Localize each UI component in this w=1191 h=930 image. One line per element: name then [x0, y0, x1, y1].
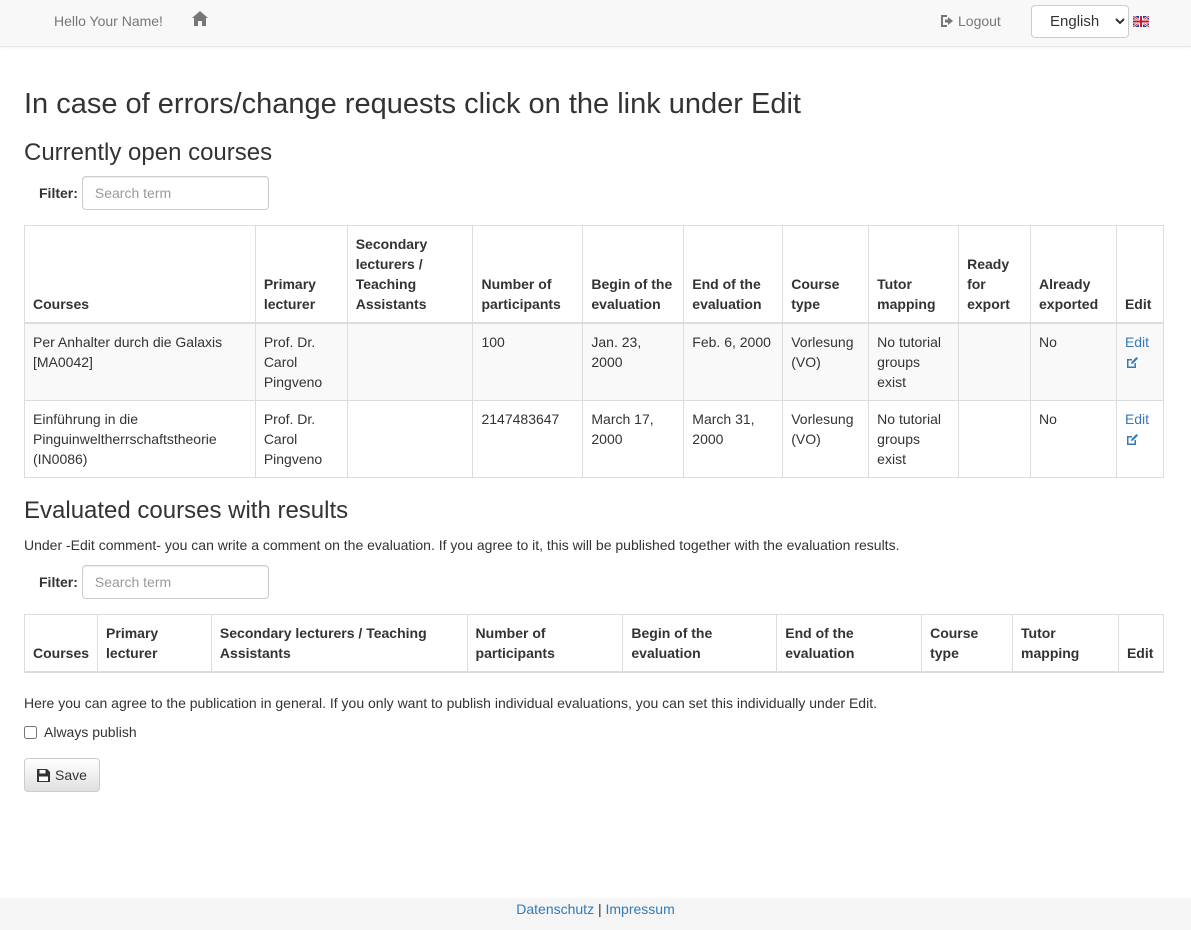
filter-label: Filter: [39, 185, 78, 201]
edit-link[interactable]: Edit [1125, 334, 1149, 350]
cell-type: Vorlesung (VO) [782, 400, 870, 478]
publication-text: Here you can agree to the publication in… [24, 695, 877, 711]
table-row: Einführung in die Pinguinweltherrschafts… [24, 400, 1165, 478]
cell-end: Feb. 6, 2000 [683, 322, 784, 401]
col-courses[interactable]: Courses [24, 225, 256, 324]
col-begin[interactable]: Begin of the evaluation [582, 225, 685, 324]
evaluated-description: Under -Edit comment- you can write a com… [24, 537, 900, 553]
table-row: Per Anhalter durch die Galaxis [MA0042] … [24, 322, 1165, 401]
save-label: Save [55, 767, 87, 783]
cell-edit: Edit [1115, 400, 1165, 478]
open-courses-search-input[interactable] [81, 176, 269, 210]
evaluated-courses-filter: Filter: [39, 565, 269, 599]
col-courses[interactable]: Courses [23, 614, 99, 673]
cell-ready [958, 322, 1031, 401]
cell-exported: No [1030, 322, 1117, 401]
cell-participants: 2147483647 [472, 400, 584, 478]
evaluated-courses-heading: Evaluated courses with results [24, 497, 349, 524]
col-participants[interactable]: Number of participants [466, 614, 624, 673]
edit-icon[interactable] [1125, 355, 1155, 375]
floppy-disk-icon [37, 768, 51, 782]
open-courses-table: Courses Primary lecturer Secondary lectu… [24, 225, 1165, 478]
col-course-type[interactable]: Course type [782, 225, 870, 324]
cell-tutor: No tutorial groups exist [868, 322, 960, 401]
cell-secondary [346, 322, 474, 401]
col-already-exported[interactable]: Already exported [1030, 225, 1117, 324]
always-publish-option[interactable]: Always publish [24, 724, 137, 740]
cell-course: Per Anhalter durch die Galaxis [MA0042] [24, 322, 256, 401]
table-header-row: Courses Primary lecturer Secondary lectu… [23, 614, 1165, 673]
edit-icon[interactable] [1125, 432, 1155, 452]
evaluated-courses-search-input[interactable] [81, 565, 269, 599]
logout-label: Logout [958, 13, 1001, 29]
col-end[interactable]: End of the evaluation [683, 225, 784, 324]
open-courses-heading: Currently open courses [24, 139, 273, 166]
col-edit: Edit [1115, 225, 1165, 324]
privacy-link[interactable]: Datenschutz [516, 901, 594, 917]
page-title: In case of errors/change requests click … [24, 88, 801, 120]
cell-primary: Prof. Dr. Carol Pingveno [254, 322, 348, 401]
cell-begin: March 17, 2000 [582, 400, 685, 478]
col-secondary-lecturers[interactable]: Secondary lecturers / Teaching Assistant… [346, 225, 474, 324]
save-button[interactable]: Save [24, 758, 100, 792]
footer: Datenschutz | Impressum [0, 898, 1191, 930]
col-primary-lecturer[interactable]: Primary lecturer [254, 225, 348, 324]
cell-exported: No [1030, 400, 1117, 478]
col-primary-lecturer[interactable]: Primary lecturer [97, 614, 212, 673]
uk-flag-icon [1133, 16, 1149, 27]
footer-separator: | [597, 901, 602, 917]
col-participants[interactable]: Number of participants [472, 225, 584, 324]
language-select[interactable]: English [1031, 5, 1129, 38]
cell-edit: Edit [1115, 322, 1165, 401]
home-icon[interactable] [192, 11, 210, 29]
navbar: Hello Your Name! Logout English [0, 0, 1191, 47]
logout-icon [941, 15, 953, 27]
cell-secondary [346, 400, 474, 478]
imprint-link[interactable]: Impressum [606, 901, 675, 917]
greeting: Hello Your Name! [54, 13, 163, 29]
cell-end: March 31, 2000 [683, 400, 784, 478]
logout-link[interactable]: Logout [940, 13, 1001, 29]
cell-begin: Jan. 23, 2000 [582, 322, 685, 401]
cell-participants: 100 [472, 322, 584, 401]
evaluated-courses-table: Courses Primary lecturer Secondary lectu… [23, 614, 1165, 673]
cell-tutor: No tutorial groups exist [868, 400, 960, 478]
always-publish-label: Always publish [44, 724, 137, 740]
col-secondary-lecturers[interactable]: Secondary lecturers / Teaching Assistant… [210, 614, 468, 673]
cell-course: Einführung in die Pinguinweltherrschafts… [24, 400, 256, 478]
filter-label: Filter: [39, 574, 78, 590]
col-edit: Edit [1117, 614, 1165, 673]
cell-ready [958, 400, 1031, 478]
col-begin[interactable]: Begin of the evaluation [622, 614, 778, 673]
always-publish-checkbox[interactable] [24, 725, 37, 739]
col-ready-for-export[interactable]: Ready for export [958, 225, 1031, 324]
col-tutor-mapping[interactable]: Tutor mapping [1012, 614, 1119, 673]
col-tutor-mapping[interactable]: Tutor mapping [868, 225, 960, 324]
cell-primary: Prof. Dr. Carol Pingveno [254, 400, 348, 478]
table-header-row: Courses Primary lecturer Secondary lectu… [24, 225, 1165, 324]
col-course-type[interactable]: Course type [921, 614, 1014, 673]
open-courses-filter: Filter: [39, 176, 269, 210]
col-end[interactable]: End of the evaluation [776, 614, 923, 673]
edit-link[interactable]: Edit [1125, 411, 1149, 427]
cell-type: Vorlesung (VO) [782, 322, 870, 401]
